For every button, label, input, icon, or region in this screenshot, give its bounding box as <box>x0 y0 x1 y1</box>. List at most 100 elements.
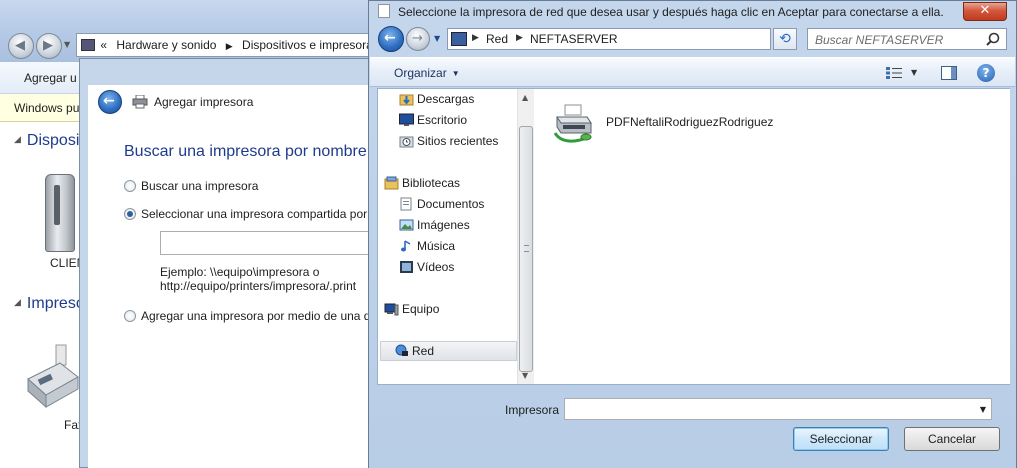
nav-item-equipo[interactable]: Equipo <box>384 300 502 320</box>
change-view-icon[interactable] <box>886 67 904 79</box>
libraries-icon <box>384 176 399 190</box>
nav-item-label: Descargas <box>417 92 475 106</box>
forward-arrow-icon: → <box>412 31 423 46</box>
shared-printer-name-input[interactable] <box>160 231 380 255</box>
organize-menu-button[interactable]: Organizar ▼ <box>394 66 460 80</box>
videos-icon <box>400 261 413 273</box>
radio-button[interactable] <box>124 180 136 192</box>
forward-arrow-icon: ▶ <box>43 38 53 53</box>
nav-item-videos[interactable]: Vídeos <box>399 258 517 278</box>
nav-item-label: Vídeos <box>417 260 455 274</box>
breadcrumb-red[interactable]: Red <box>486 32 508 46</box>
collapse-triangle-icon[interactable]: ◢ <box>14 134 21 144</box>
history-dropdown-icon[interactable]: ▼ <box>64 40 70 49</box>
desktop-icon <box>399 113 414 126</box>
views-dropdown-icon[interactable]: ▼ <box>911 68 917 77</box>
background-back-button[interactable]: ◀ <box>8 33 34 59</box>
chevron-down-icon[interactable]: ▼ <box>980 405 986 414</box>
back-arrow-icon: ◀ <box>15 38 25 53</box>
back-arrow-icon: ← <box>384 30 396 46</box>
breadcrumb-separator-icon[interactable]: ▶ <box>472 33 479 43</box>
scroll-down-icon[interactable]: ▼ <box>522 371 528 380</box>
infobar-text: Windows pu <box>14 101 80 115</box>
nav-item-documentos[interactable]: Documentos <box>399 195 517 215</box>
radio-label: Buscar una impresora <box>141 179 259 193</box>
computer-tower-icon[interactable] <box>45 174 75 252</box>
refresh-icon: ⟲ <box>779 31 791 47</box>
nav-item-bibliotecas[interactable]: Bibliotecas <box>384 174 502 194</box>
breadcrumb-hardware[interactable]: Hardware y sonido <box>116 38 216 52</box>
refresh-button[interactable]: ⟲ <box>773 28 797 50</box>
address-bar[interactable]: ▶ Red ▶ NEFTASERVER ▼ <box>447 28 836 50</box>
scroll-up-icon[interactable]: ▲ <box>522 93 528 102</box>
collapse-triangle-icon[interactable]: ◢ <box>14 297 21 307</box>
back-arrow-icon: ← <box>103 93 115 109</box>
printer-icon <box>132 95 148 109</box>
background-forward-button[interactable]: ▶ <box>36 33 62 59</box>
radio-button-selected[interactable] <box>124 208 136 220</box>
nav-item-imagenes[interactable]: Imágenes <box>399 216 517 236</box>
nav-item-label: Red <box>412 344 435 358</box>
search-box[interactable]: Buscar NEFTASERVER <box>807 28 1007 50</box>
breadcrumb-overflow[interactable]: « <box>100 38 107 52</box>
radio-label: Seleccionar una impresora compartida por <box>141 207 368 221</box>
nav-item-label: Bibliotecas <box>402 176 461 190</box>
printer-name: PDFNeftaliRodriguezRodriguez <box>606 115 774 129</box>
close-button[interactable]: ✕ <box>963 2 1007 21</box>
nav-item-label: Escritorio <box>417 113 468 127</box>
recent-pages-dropdown-icon[interactable]: ▼ <box>434 34 440 43</box>
documents-icon <box>400 197 412 211</box>
printer-list-item[interactable]: PDFNeftaliRodriguezRodriguez <box>553 103 793 143</box>
pictures-icon <box>399 219 414 231</box>
help-icon[interactable]: ? <box>977 64 995 82</box>
preview-pane-icon[interactable] <box>941 66 957 80</box>
printer-field-label: Impresora <box>505 403 560 417</box>
content-pane: PDFNeftaliRodriguezRodriguez <box>535 89 1010 384</box>
radio-add-by-address[interactable]: Agregar una impresora por medio de una d <box>124 309 370 323</box>
nav-item-red[interactable]: Red <box>380 341 517 361</box>
breadcrumb-server[interactable]: NEFTASERVER <box>530 32 618 46</box>
select-network-printer-dialog: Seleccione la impresora de red que desea… <box>368 0 1017 468</box>
cancel-button[interactable]: Cancelar <box>904 427 1000 451</box>
fax-icon[interactable] <box>24 343 80 411</box>
select-button[interactable]: Seleccionar <box>793 427 889 451</box>
shared-printer-icon <box>553 104 592 143</box>
radio-search-printer[interactable]: Buscar una impresora <box>124 179 258 193</box>
breadcrumb-separator-icon[interactable]: ▶ <box>516 33 523 43</box>
example-text-line2: http://equipo/printers/impresora/.print <box>160 279 357 293</box>
nav-item-escritorio[interactable]: Escritorio <box>399 111 517 131</box>
nav-item-label: Documentos <box>417 197 485 211</box>
wizard-title: Agregar impresora <box>154 95 254 109</box>
radio-button[interactable] <box>124 310 136 322</box>
control-panel-icon <box>81 39 95 51</box>
breadcrumb-devices[interactable]: Dispositivos e impresora <box>242 38 373 52</box>
nav-item-musica[interactable]: Música <box>399 237 517 257</box>
downloads-folder-icon <box>399 94 414 106</box>
add-device-button[interactable]: Agregar u <box>24 71 77 85</box>
nav-item-descargas[interactable]: Descargas <box>399 90 517 110</box>
navigation-pane: Descargas Escritorio Sitios recientes Bi… <box>378 89 525 384</box>
example-text-line1: Ejemplo: \\equipo\impresora o <box>160 265 320 279</box>
wizard-content: Buscar una impresora por nombre Buscar u… <box>88 121 380 468</box>
add-printer-wizard: ← Agregar impresora Buscar una impresora… <box>79 58 380 468</box>
document-icon <box>378 4 390 18</box>
search-placeholder: Buscar NEFTASERVER <box>815 33 944 47</box>
scrollbar-thumb[interactable] <box>519 126 533 372</box>
back-button[interactable]: ← <box>378 26 404 52</box>
forward-button[interactable]: → <box>406 27 430 51</box>
nav-item-sitios-recientes[interactable]: Sitios recientes <box>399 132 517 152</box>
organize-label: Organizar <box>394 66 447 80</box>
background-address-bar[interactable]: « Hardware y sonido ▶ Dispositivos e imp… <box>76 33 400 57</box>
search-icon[interactable] <box>986 32 1000 46</box>
wizard-heading: Buscar una impresora por nombre <box>124 143 367 160</box>
wizard-back-button[interactable]: ← <box>98 90 122 114</box>
navigation-scrollbar[interactable]: ▲ ▼ <box>517 89 534 384</box>
devices-group-header[interactable]: ◢ Disposit <box>0 132 84 150</box>
printer-combobox[interactable]: ▼ <box>564 398 992 420</box>
dialog-browser-body: Descargas Escritorio Sitios recientes Bi… <box>377 88 1010 385</box>
radio-select-shared-printer[interactable]: Seleccionar una impresora compartida por <box>124 207 367 221</box>
printers-group-header[interactable]: ◢ Impreso <box>0 295 85 313</box>
breadcrumb-separator-icon: ▶ <box>225 41 233 51</box>
network-location-icon <box>451 32 467 46</box>
dialog-title: Seleccione la impresora de red que desea… <box>398 5 944 19</box>
